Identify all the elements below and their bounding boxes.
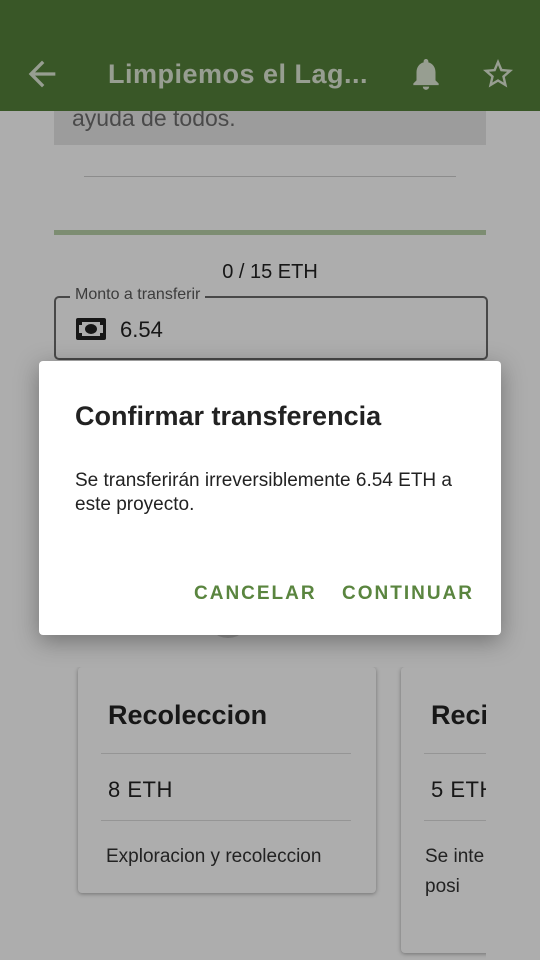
dialog-message: Se transferirán irreversiblemente 6.54 E… — [75, 470, 452, 515]
confirm-transfer-dialog: Confirmar transferencia Se transferirán … — [39, 361, 501, 635]
dialog-title: Confirmar transferencia — [75, 401, 382, 431]
continue-button[interactable]: CONTINUAR — [342, 583, 474, 605]
cancel-button[interactable]: CANCELAR — [194, 583, 317, 605]
